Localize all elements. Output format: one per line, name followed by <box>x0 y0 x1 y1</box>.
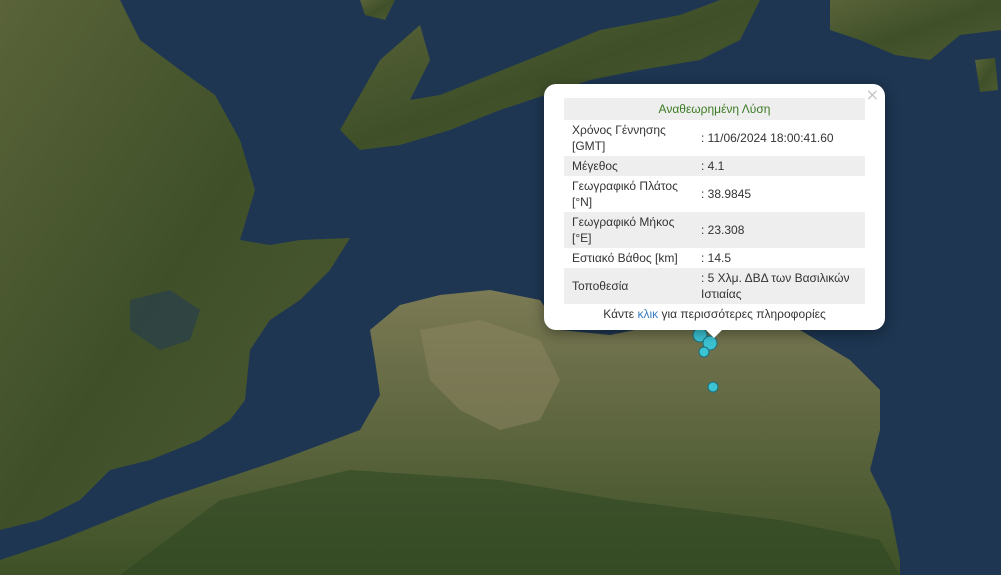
popup-title: Αναθεωρημένη Λύση <box>564 98 865 120</box>
info-label: Χρόνος Γέννησης [GMT] <box>572 123 666 153</box>
close-icon[interactable]: × <box>866 86 879 104</box>
more-info-prefix: Κάντε <box>603 307 638 321</box>
earthquake-marker[interactable] <box>698 346 710 358</box>
info-label: Εστιακό Βάθος [km] <box>572 251 678 265</box>
info-row: Τοποθεσία : 5 Χλμ. ΔΒΔ των Βασιλικών Ιστ… <box>564 268 865 304</box>
info-value: : 23.308 <box>697 212 865 248</box>
earthquake-marker[interactable] <box>707 381 719 393</box>
info-row: Γεωγραφικό Μήκος [°E] : 23.308 <box>564 212 865 248</box>
info-label: Γεωγραφικό Μήκος [°E] <box>564 212 697 248</box>
more-info-link[interactable]: κλικ <box>637 307 658 321</box>
info-value: : 11/06/2024 18:00:41.60 <box>701 131 834 145</box>
info-row: Μέγεθος : 4.1 <box>564 156 865 176</box>
info-label: Τοποθεσία <box>564 268 697 304</box>
info-row: Χρόνος Γέννησης [GMT] : 11/06/2024 18:00… <box>564 120 865 156</box>
popup-tip <box>704 328 724 338</box>
info-value: : 5 Χλμ. ΔΒΔ των Βασιλικών Ιστιαίας <box>697 268 865 304</box>
info-row: Εστιακό Βάθος [km] : 14.5 <box>564 248 865 268</box>
earthquake-info-table: Αναθεωρημένη Λύση Χρόνος Γέννησης [GMT] … <box>564 98 865 324</box>
info-value: : 4.1 <box>697 156 865 176</box>
info-value: : 38.9845 <box>701 187 752 201</box>
info-label: Μέγεθος <box>564 156 697 176</box>
more-info-line: Κάντε κλικ για περισσότερες πληροφορίες <box>564 304 865 324</box>
info-row: Γεωγραφικό Πλάτος [°N] : 38.9845 <box>564 176 865 212</box>
earthquake-popup: × Αναθεωρημένη Λύση Χρόνος Γέννησης [GMT… <box>544 84 885 330</box>
info-label: Γεωγραφικό Πλάτος [°N] <box>572 179 678 209</box>
info-value: : 14.5 <box>701 251 732 265</box>
more-info-suffix: για περισσότερες πληροφορίες <box>658 307 826 321</box>
